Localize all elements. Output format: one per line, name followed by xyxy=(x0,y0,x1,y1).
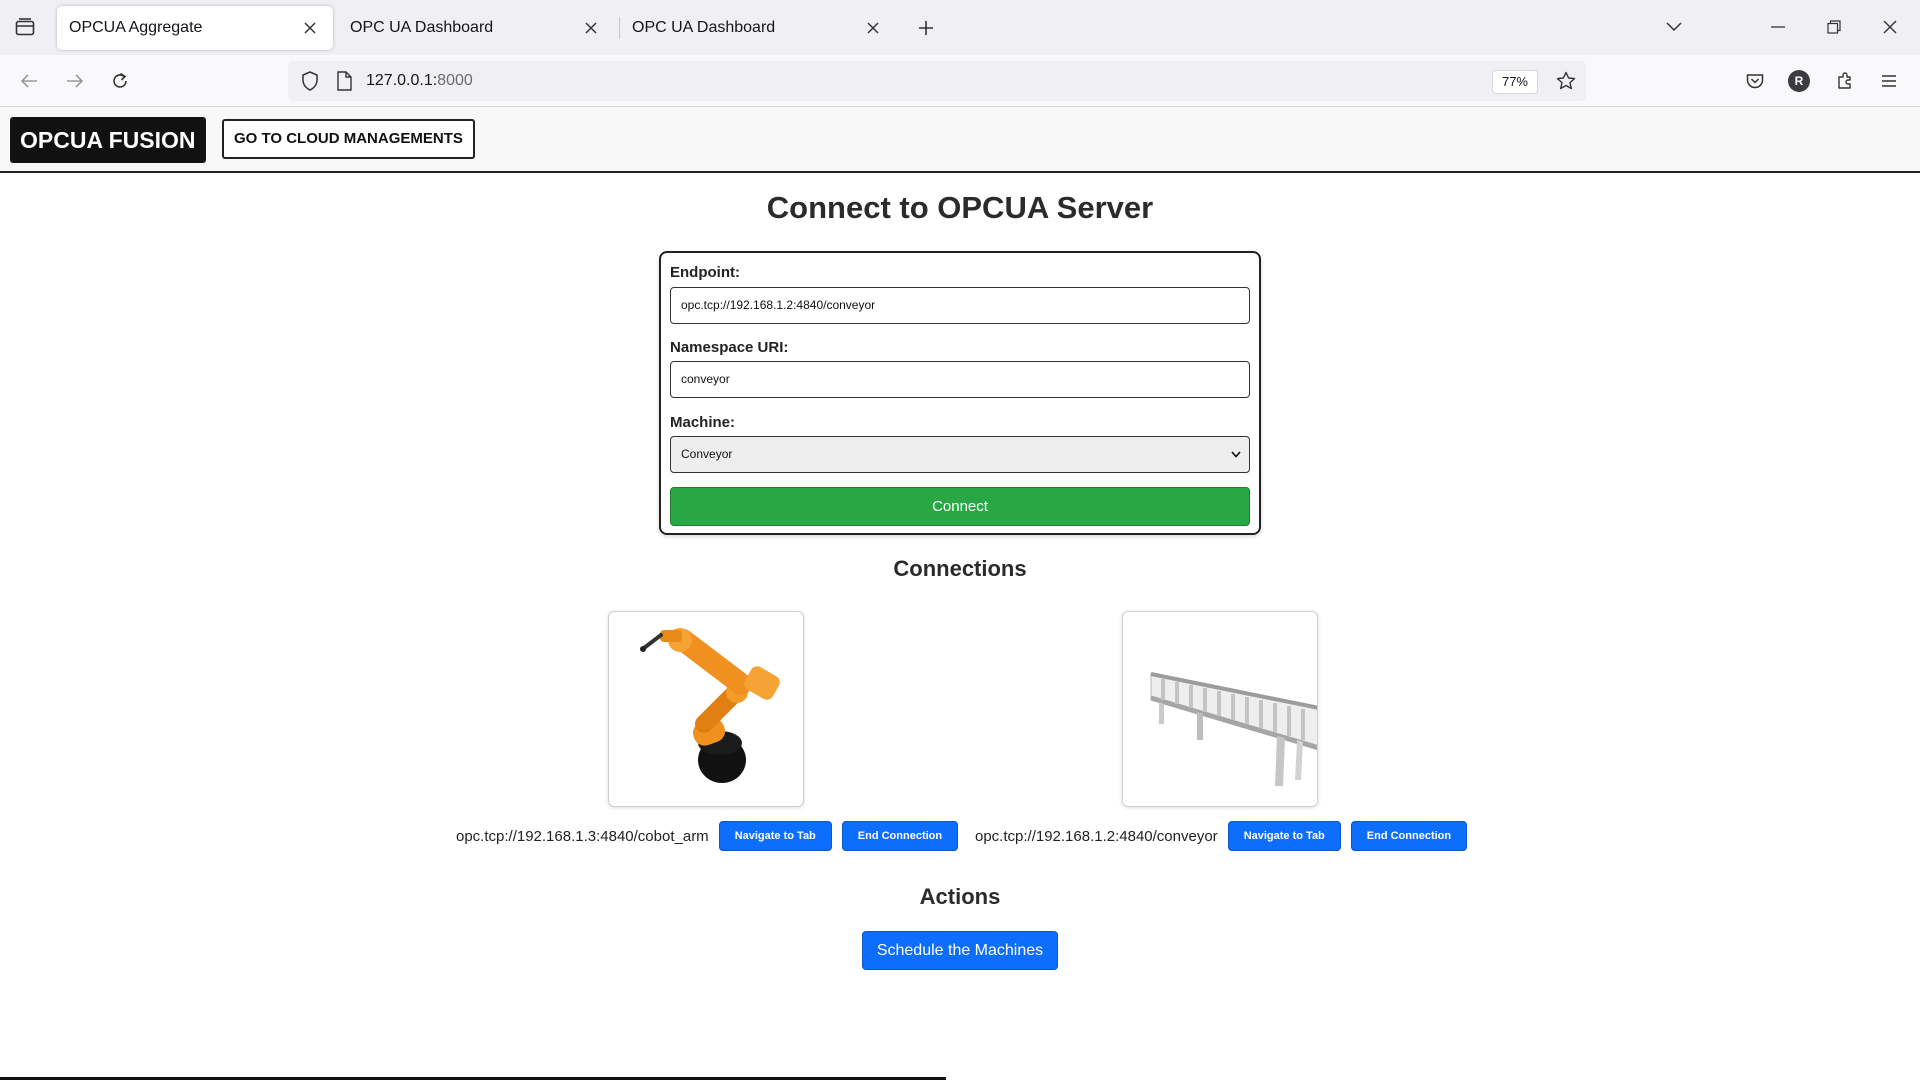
close-window-icon[interactable] xyxy=(1872,10,1908,44)
page-document-icon[interactable] xyxy=(332,69,356,93)
namespace-label: Namespace URI: xyxy=(670,339,789,356)
navigate-to-tab-button[interactable]: Navigate to Tab xyxy=(718,821,832,851)
robot-arm-card[interactable] xyxy=(608,611,804,807)
connect-button[interactable]: Connect xyxy=(670,487,1250,526)
page-title: Connect to OPCUA Server xyxy=(766,190,1154,225)
extensions-puzzle-icon[interactable] xyxy=(1828,64,1862,98)
new-tab-plus-icon[interactable] xyxy=(912,14,940,42)
tab-title: OPC UA Dashboard xyxy=(350,19,494,36)
back-arrow-icon[interactable] xyxy=(12,64,46,98)
account-avatar[interactable]: R xyxy=(1782,64,1816,98)
close-tab-icon[interactable] xyxy=(580,17,602,39)
forward-arrow-icon[interactable] xyxy=(58,64,92,98)
browser-tab-bar: OPCUA Aggregate OPC UA Dashboard OPC UA … xyxy=(0,0,1920,55)
browser-tab-1[interactable]: OPCUA Aggregate xyxy=(57,6,333,50)
account-initial: R xyxy=(1788,70,1810,92)
schedule-machines-button[interactable]: Schedule the Machines xyxy=(862,931,1058,970)
actions-heading: Actions xyxy=(919,884,1001,909)
machine-select[interactable]: Conveyor xyxy=(670,436,1250,473)
chevron-down-icon xyxy=(1231,449,1241,459)
navigate-to-tab-button[interactable]: Navigate to Tab xyxy=(1227,821,1341,851)
hamburger-menu-icon[interactable] xyxy=(1872,64,1906,98)
url-port: 8000 xyxy=(437,72,473,89)
browser-nav-bar: 127.0.0.1:8000 77% R xyxy=(0,55,1920,107)
url-bar[interactable]: 127.0.0.1:8000 77% xyxy=(288,61,1586,101)
close-tab-icon[interactable] xyxy=(299,17,321,39)
tab-title: OPCUA Aggregate xyxy=(69,19,203,36)
browser-tab-3[interactable]: OPC UA Dashboard xyxy=(620,6,896,50)
connect-form: Endpoint: opc.tcp://192.168.1.2:4840/con… xyxy=(659,251,1261,535)
connection-row-2: opc.tcp://192.168.1.2:4840/conveyor Navi… xyxy=(975,821,1477,851)
minimize-icon[interactable] xyxy=(1760,10,1796,44)
pocket-icon[interactable] xyxy=(1738,64,1772,98)
reload-icon[interactable] xyxy=(103,64,137,98)
conveyor-card[interactable] xyxy=(1122,611,1318,807)
connections-heading: Connections xyxy=(893,556,1027,581)
restore-window-icon[interactable] xyxy=(1816,10,1852,44)
tab-list-icon[interactable] xyxy=(8,10,42,44)
connection-endpoint: opc.tcp://192.168.1.3:4840/cobot_arm xyxy=(456,827,709,845)
connection-endpoint: opc.tcp://192.168.1.2:4840/conveyor xyxy=(975,827,1218,845)
namespace-input[interactable]: conveyor xyxy=(670,361,1250,398)
cloud-managements-button[interactable]: GO TO CLOUD MANAGEMENTS xyxy=(222,119,475,159)
shield-icon[interactable] xyxy=(298,69,322,93)
close-tab-icon[interactable] xyxy=(862,17,884,39)
app-header: OPCUA FUSION GO TO CLOUD MANAGEMENTS xyxy=(0,107,1920,173)
machine-label: Machine: xyxy=(670,414,736,431)
brand-logo[interactable]: OPCUA FUSION xyxy=(10,117,206,163)
robot-arm-image xyxy=(640,628,780,783)
roller-conveyor-image xyxy=(1150,672,1317,786)
endpoint-input[interactable]: opc.tcp://192.168.1.2:4840/conveyor xyxy=(670,287,1250,324)
connection-row-1: opc.tcp://192.168.1.3:4840/cobot_arm Nav… xyxy=(456,821,968,851)
end-connection-button[interactable]: End Connection xyxy=(841,821,959,851)
zoom-level-badge[interactable]: 77% xyxy=(1491,70,1538,94)
machine-select-value: Conveyor xyxy=(681,447,733,461)
bookmark-star-icon[interactable] xyxy=(1554,69,1578,93)
end-connection-button[interactable]: End Connection xyxy=(1350,821,1468,851)
url-host: 127.0.0.1: xyxy=(366,72,438,89)
browser-tab-2[interactable]: OPC UA Dashboard xyxy=(338,6,614,50)
url-text: 127.0.0.1:8000 xyxy=(366,72,473,90)
endpoint-label: Endpoint: xyxy=(670,264,740,281)
tab-overflow-chevron-icon[interactable] xyxy=(1656,10,1692,44)
tab-title: OPC UA Dashboard xyxy=(632,19,776,36)
